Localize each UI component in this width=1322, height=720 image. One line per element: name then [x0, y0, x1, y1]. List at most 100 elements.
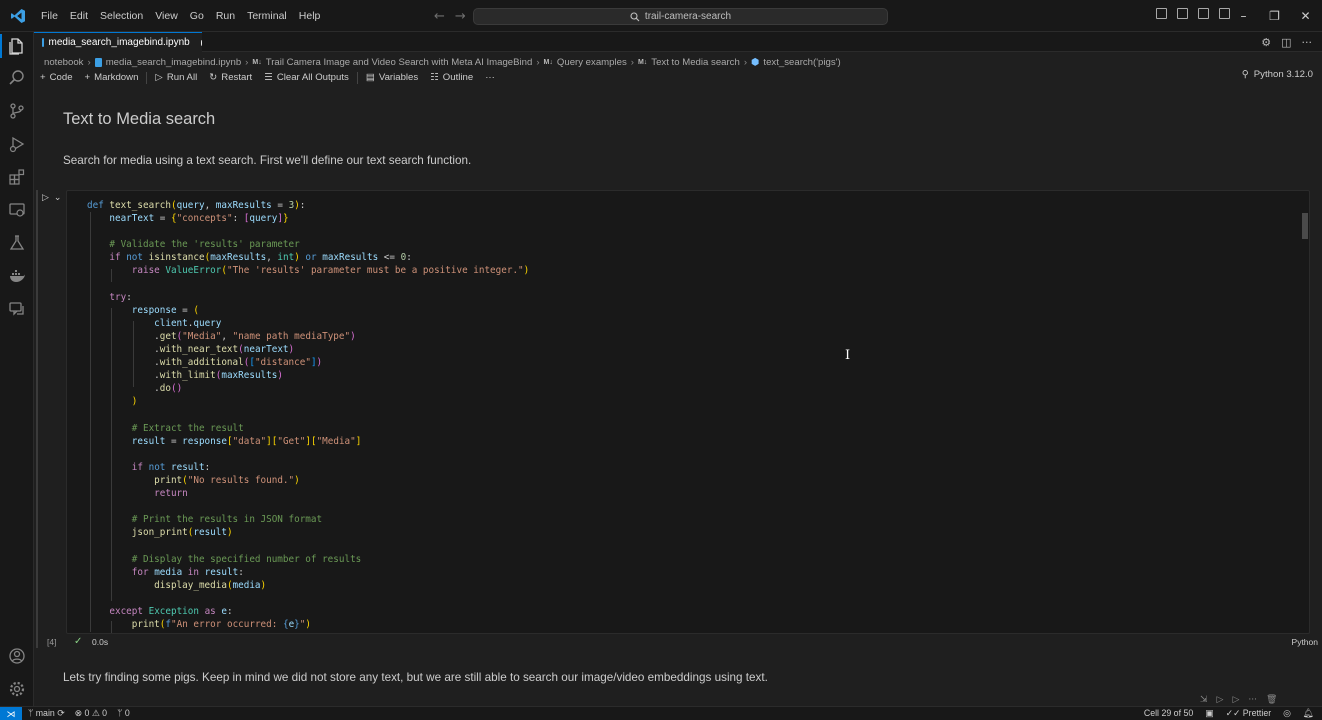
- menu-view[interactable]: View: [149, 0, 184, 32]
- code-cell-editor[interactable]: def text_search(query, maxResults = 3): …: [66, 190, 1310, 634]
- editor-actions: ⚙ ◫ ···: [1261, 36, 1312, 49]
- more-actions-icon[interactable]: ···: [1302, 36, 1313, 49]
- check-icon: ✓: [74, 636, 83, 647]
- notebook-editor: Text to Media search Search for media us…: [34, 88, 1322, 706]
- cell-status-bar: [4] ✓ 0.0s Python: [46, 636, 1320, 650]
- toggle-panel-icon[interactable]: [1177, 8, 1188, 19]
- delete-cell-icon[interactable]: 🗑: [1266, 695, 1277, 705]
- menu-bar: File Edit Selection View Go Run Terminal…: [35, 0, 326, 32]
- menu-help[interactable]: Help: [293, 0, 327, 32]
- window-controls: – ❐ ✕: [1228, 0, 1321, 32]
- bell-icon[interactable]: 🔔︎: [1303, 708, 1314, 719]
- cell-language-picker[interactable]: Python: [1292, 637, 1318, 647]
- warning-icon: ⚠: [91, 708, 100, 718]
- notebook-toolbar: + Code + Markdown ▷ Run All ↻ Restart ☰ Clear…: [34, 69, 1322, 86]
- run-debug-icon[interactable]: [7, 134, 27, 154]
- branch-indicator[interactable]: ᛘ main ⟳: [28, 708, 65, 719]
- account-icon[interactable]: [7, 646, 27, 666]
- breadcrumb-root[interactable]: notebook: [44, 57, 83, 68]
- menu-file[interactable]: File: [35, 0, 64, 32]
- branch-icon: ᛘ: [28, 708, 34, 718]
- menu-terminal[interactable]: Terminal: [241, 0, 293, 32]
- kernel-picker[interactable]: ⚲ Python 3.12.0: [1242, 69, 1313, 80]
- cell-position[interactable]: Cell 29 of 50: [1144, 708, 1193, 719]
- search-icon[interactable]: [7, 68, 27, 88]
- plus-icon: +: [40, 72, 46, 83]
- prettier-indicator[interactable]: ✓✓ Prettier: [1226, 708, 1272, 719]
- notebook-icon[interactable]: ▣: [1205, 708, 1213, 719]
- split-editor-icon[interactable]: ◫: [1281, 36, 1291, 49]
- restart-icon: ↻: [209, 72, 218, 83]
- status-left: ᛘ main ⟳ ⊗ 0 ⚠ 0 ᛘ 0: [28, 708, 130, 719]
- markdown-paragraph: Search for media using a text search. Fi…: [63, 154, 472, 167]
- menu-go[interactable]: Go: [184, 0, 210, 32]
- menu-selection[interactable]: Selection: [94, 0, 149, 32]
- breadcrumb-section-3[interactable]: M↓ Text to Media search: [638, 57, 740, 68]
- extensions-icon[interactable]: [7, 167, 27, 187]
- breadcrumb-section-1[interactable]: M↓ Trail Camera Image and Video Search w…: [252, 57, 532, 68]
- chevron-down-icon[interactable]: ⌄: [54, 193, 62, 203]
- error-icon: ⊗: [74, 708, 83, 718]
- back-arrow-icon[interactable]: ←: [434, 9, 445, 24]
- broadcast-icon[interactable]: ◎: [1283, 708, 1291, 719]
- forward-arrow-icon[interactable]: →: [455, 9, 466, 24]
- gear-icon[interactable]: [7, 679, 27, 699]
- more-toolbar-button[interactable]: ···: [479, 72, 501, 83]
- editor-tabs: media_search_imagebind.ipynb ⚙ ◫ ···: [34, 32, 1322, 52]
- chevron-right-icon: ›: [536, 56, 540, 68]
- problems-indicator[interactable]: ⊗ 0 ⚠ 0: [75, 708, 107, 719]
- testing-icon[interactable]: [7, 233, 27, 253]
- gear-icon[interactable]: ⚙: [1261, 36, 1271, 49]
- notebook-file-icon: [94, 57, 102, 67]
- status-right: Cell 29 of 50 ▣ ✓✓ Prettier ◎ 🔔︎: [1144, 708, 1314, 719]
- run-all-icon: ▷: [155, 72, 163, 83]
- restart-button[interactable]: ↻ Restart: [203, 72, 258, 83]
- code-cell-icon: ⬢: [751, 56, 760, 68]
- nav-arrows: ← →: [434, 0, 466, 32]
- minimize-icon[interactable]: –: [1228, 0, 1259, 32]
- restore-icon[interactable]: ❐: [1259, 0, 1290, 32]
- active-indicator: [0, 34, 2, 58]
- command-center-search[interactable]: trail-camera-search: [473, 8, 888, 25]
- notebook-file-icon: [42, 38, 44, 47]
- variables-button[interactable]: ▤ Variables: [360, 72, 424, 83]
- source-control-icon[interactable]: [7, 101, 27, 121]
- execute-cell-icon[interactable]: ▷: [1217, 695, 1224, 705]
- remote-explorer-icon[interactable]: [7, 200, 27, 220]
- add-markdown-cell-button[interactable]: + Markdown: [79, 72, 145, 83]
- breadcrumb-code-cell[interactable]: ⬢ text_search('pigs'): [751, 57, 841, 68]
- toggle-secondary-sidebar-icon[interactable]: [1198, 8, 1209, 19]
- add-code-cell-button[interactable]: + Code: [34, 72, 79, 83]
- status-bar: ⋊ ᛘ main ⟳ ⊗ 0 ⚠ 0 ᛘ 0 Cell 29 of 50 ▣ ✓…: [0, 706, 1322, 720]
- more-icon[interactable]: ···: [1248, 695, 1257, 705]
- execute-above-icon[interactable]: ⇲: [1200, 695, 1208, 705]
- ports-icon: ᛘ: [117, 708, 123, 718]
- remote-indicator-icon[interactable]: ⋊: [0, 707, 22, 720]
- double-check-icon: ✓✓: [1225, 708, 1241, 718]
- close-icon[interactable]: ✕: [1290, 0, 1321, 32]
- menu-edit[interactable]: Edit: [64, 0, 94, 32]
- toolbar-divider: [146, 71, 148, 84]
- cell-scrollbar[interactable]: [1302, 213, 1308, 239]
- run-all-button[interactable]: ▷ Run All: [149, 72, 203, 83]
- code-text: def text_search(query, maxResults = 3): …: [87, 200, 530, 630]
- chat-icon[interactable]: [7, 299, 27, 319]
- clear-icon: ☰: [264, 72, 273, 83]
- clear-all-outputs-button[interactable]: ☰ Clear All Outputs: [258, 72, 355, 83]
- toolbar-divider: [356, 71, 358, 84]
- vscode-logo-icon: [0, 0, 35, 32]
- ports-indicator[interactable]: ᛘ 0: [117, 708, 130, 719]
- markdown-icon: M↓: [543, 58, 553, 66]
- docker-icon[interactable]: [7, 266, 27, 286]
- markdown-heading: Text to Media search: [63, 110, 216, 128]
- run-cell-icon[interactable]: ▷: [42, 193, 49, 203]
- explorer-icon[interactable]: [7, 36, 27, 56]
- breadcrumb-file[interactable]: media_search_imagebind.ipynb: [94, 57, 241, 68]
- breadcrumb-section-2[interactable]: M↓ Query examples: [544, 57, 627, 68]
- outline-button[interactable]: ☷ Outline: [424, 72, 479, 83]
- unsaved-dot-icon[interactable]: [200, 39, 202, 46]
- execute-below-icon[interactable]: ▷: [1232, 695, 1239, 705]
- menu-run[interactable]: Run: [210, 0, 241, 32]
- tab-media-search-imagebind[interactable]: media_search_imagebind.ipynb: [34, 32, 202, 52]
- toggle-primary-sidebar-icon[interactable]: [1156, 8, 1167, 19]
